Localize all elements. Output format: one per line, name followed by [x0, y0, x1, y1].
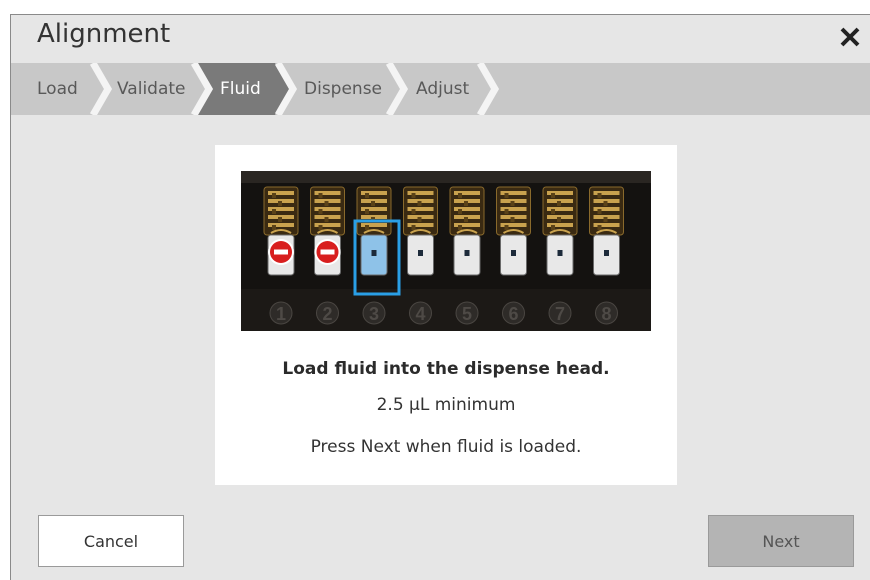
alignment-dialog: Alignment Load Validate Fluid Dispense A…	[10, 14, 870, 580]
channel-number: 8	[601, 304, 611, 324]
step-adjust[interactable]: Adjust	[416, 63, 469, 115]
step-progress-bar: Load Validate Fluid Dispense Adjust	[11, 63, 870, 115]
channel-number: 1	[276, 304, 286, 324]
channel-number: 4	[415, 304, 425, 324]
minimum-volume-text: 2.5 µL minimum	[376, 395, 516, 415]
close-icon	[840, 27, 860, 47]
step-load[interactable]: Load	[37, 63, 78, 115]
step-dispense[interactable]: Dispense	[304, 63, 382, 115]
close-button[interactable]	[834, 21, 866, 53]
dialog-title: Alignment	[37, 19, 171, 49]
instruction-text: Load fluid into the dispense head.	[282, 359, 610, 379]
cancel-button[interactable]: Cancel	[38, 515, 184, 567]
dispense-head-illustration: 1 2 3 4 5 6 7 8	[241, 171, 651, 331]
dispense-head-image: 1 2 3 4 5 6 7 8	[241, 171, 651, 336]
channel-number: 6	[508, 304, 518, 324]
channel-number: 2	[322, 304, 332, 324]
next-button[interactable]: Next	[708, 515, 854, 567]
step-separator	[385, 63, 409, 115]
channel-number: 5	[462, 304, 472, 324]
step-separator	[476, 63, 500, 115]
instruction-card: 1 2 3 4 5 6 7 8 Load fluid into the dispense he…	[215, 145, 677, 485]
next-hint-text: Press Next when fluid is loaded.	[310, 437, 582, 457]
channel-number: 7	[555, 304, 565, 324]
step-fluid[interactable]: Fluid	[220, 63, 261, 115]
channel-number: 3	[369, 304, 379, 324]
step-validate[interactable]: Validate	[117, 63, 186, 115]
step-separator	[89, 63, 113, 115]
